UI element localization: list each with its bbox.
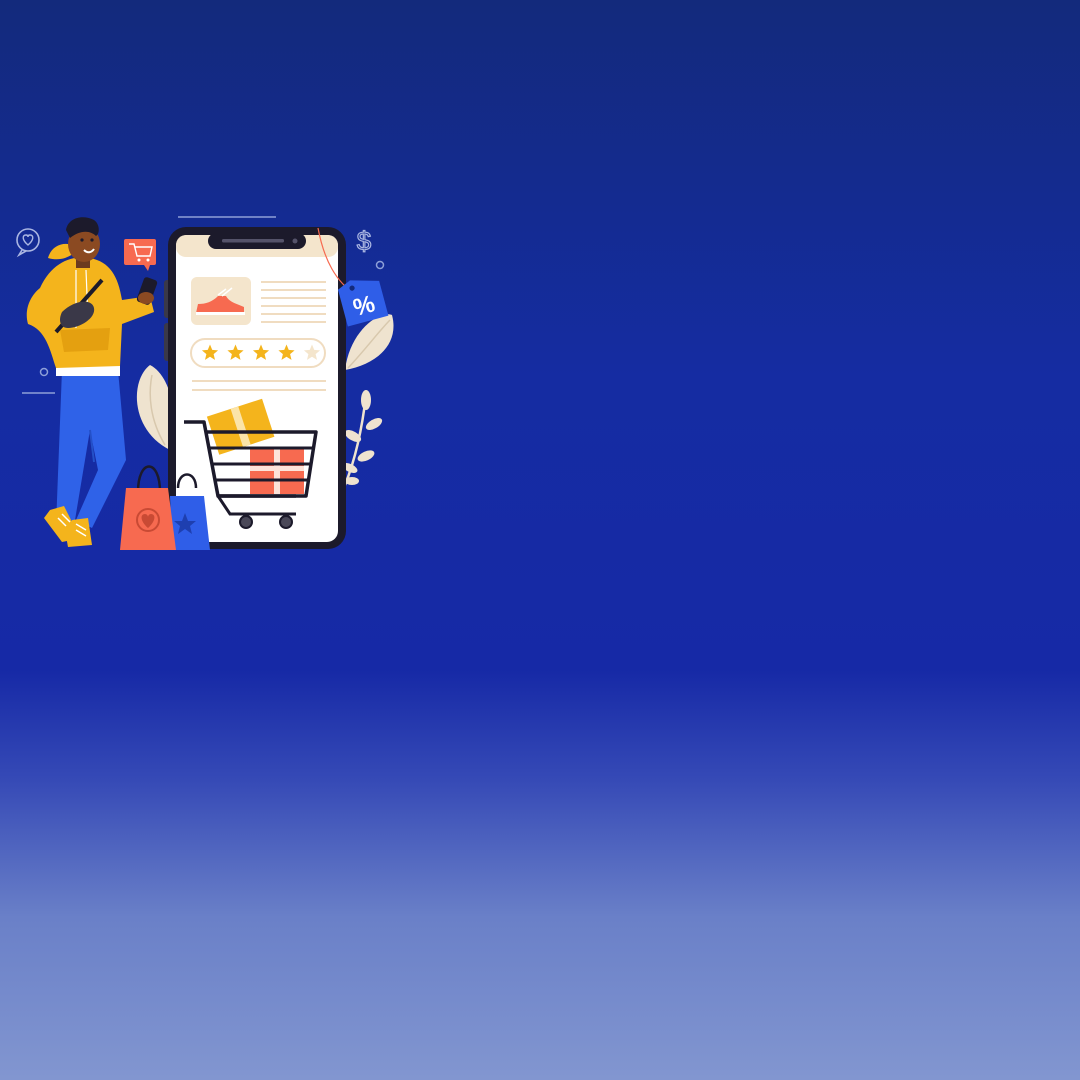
branch-leaves-icon	[342, 390, 383, 486]
dollar-icon: $	[357, 226, 372, 256]
decor-circle-right	[375, 260, 385, 270]
jeans	[56, 370, 126, 528]
decor-circle	[39, 367, 49, 377]
cart-notification-icon	[124, 239, 156, 271]
heart-bubble-icon	[16, 228, 40, 258]
gift-box-icon	[250, 448, 304, 494]
background-canvas: $ %	[0, 0, 1080, 1080]
online-shopping-illustration: $ %	[16, 216, 394, 550]
shopping-bag-orange-icon	[120, 465, 176, 550]
